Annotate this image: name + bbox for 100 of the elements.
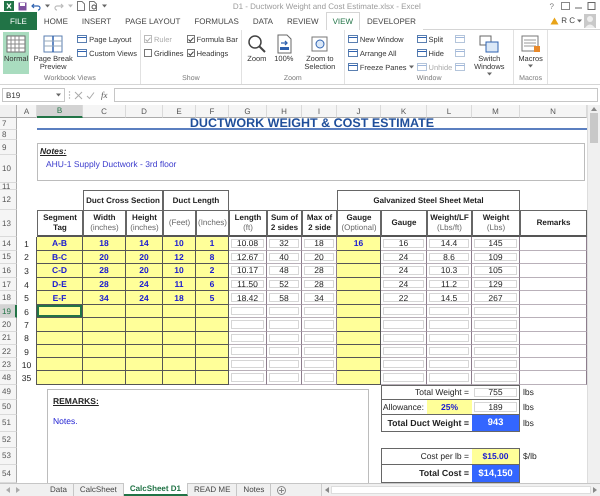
table-cell[interactable] (427, 344, 472, 358)
table-cell[interactable]: 20 (302, 250, 337, 264)
table-cell[interactable]: 28 (302, 264, 337, 278)
table-cell[interactable] (427, 318, 472, 332)
table-cell[interactable]: 28 (83, 278, 126, 292)
sheet-tab[interactable]: READ ME (188, 483, 238, 496)
table-cell[interactable]: 34 (83, 291, 126, 305)
row-header[interactable]: 11 (0, 183, 17, 190)
row-header[interactable]: 52 (0, 432, 17, 448)
table-cell[interactable] (83, 344, 126, 358)
table-cell[interactable] (337, 250, 381, 264)
table-cell[interactable] (381, 332, 427, 345)
table-cell[interactable]: 34 (302, 291, 337, 305)
table-cell[interactable]: 20 (126, 264, 163, 278)
previous-sheet-icon[interactable] (6, 487, 10, 493)
table-cell[interactable] (337, 278, 381, 292)
table-cell[interactable] (37, 332, 83, 345)
table-cell[interactable]: B-C (37, 250, 83, 264)
table-cell[interactable] (126, 318, 163, 332)
table-cell[interactable] (267, 371, 302, 385)
scroll-thumb[interactable] (590, 113, 598, 143)
table-cell[interactable] (472, 304, 520, 318)
table-cell[interactable] (37, 304, 83, 318)
table-cell[interactable] (302, 304, 337, 318)
sheet-tab[interactable]: Data (44, 483, 74, 496)
table-cell[interactable] (302, 358, 337, 372)
table-cell[interactable]: 10.17 (229, 264, 267, 278)
column-header[interactable]: C (83, 105, 126, 118)
table-cell[interactable] (337, 332, 381, 345)
table-cell[interactable] (337, 264, 381, 278)
table-cell[interactable] (229, 371, 267, 385)
table-cell[interactable] (381, 371, 427, 385)
table-cell[interactable]: 24 (126, 278, 163, 292)
table-cell[interactable] (427, 358, 472, 372)
table-cell[interactable] (520, 332, 587, 345)
table-cell[interactable]: A-B (37, 237, 83, 251)
column-header[interactable]: B (37, 105, 83, 118)
table-cell[interactable]: 18 (83, 237, 126, 251)
table-cell[interactable] (37, 371, 83, 385)
table-cell[interactable] (229, 332, 267, 345)
table-cell[interactable]: 24 (381, 264, 427, 278)
table-cell[interactable] (163, 332, 196, 345)
column-header[interactable]: K (381, 105, 427, 118)
table-cell[interactable]: 8.6 (427, 250, 472, 264)
row-header[interactable]: 48 (0, 371, 17, 385)
table-cell[interactable] (267, 332, 302, 345)
sheet-tab[interactable]: CalcSheet D1 (124, 483, 188, 496)
table-cell[interactable] (83, 358, 126, 372)
table-cell[interactable] (163, 371, 196, 385)
column-header[interactable]: L (427, 105, 472, 118)
table-cell[interactable] (302, 344, 337, 358)
insert-function-button[interactable]: fx (98, 90, 110, 100)
table-cell[interactable]: 105 (472, 264, 520, 278)
table-cell[interactable] (83, 371, 126, 385)
table-cell[interactable] (472, 371, 520, 385)
table-cell[interactable] (337, 371, 381, 385)
table-cell[interactable]: 109 (472, 250, 520, 264)
table-cell[interactable] (520, 264, 587, 278)
row-header[interactable]: 14 (0, 237, 17, 251)
table-cell[interactable] (337, 291, 381, 305)
column-header[interactable]: J (337, 105, 381, 118)
column-header[interactable]: N (520, 105, 587, 118)
table-cell[interactable] (126, 344, 163, 358)
column-header[interactable]: H (267, 105, 302, 118)
select-all-corner[interactable] (0, 105, 17, 118)
row-header[interactable]: 21 (0, 332, 17, 345)
table-cell[interactable]: D-E (37, 278, 83, 292)
table-cell[interactable] (196, 358, 229, 372)
column-header[interactable]: G (229, 105, 267, 118)
table-cell[interactable] (267, 304, 302, 318)
table-cell[interactable] (196, 304, 229, 318)
table-cell[interactable]: 10.08 (229, 237, 267, 251)
table-cell[interactable]: 24 (126, 291, 163, 305)
table-cell[interactable]: 48 (267, 264, 302, 278)
table-cell[interactable] (163, 318, 196, 332)
table-cell[interactable]: 28 (83, 264, 126, 278)
table-cell[interactable] (196, 371, 229, 385)
table-cell[interactable] (196, 318, 229, 332)
table-cell[interactable]: 11.50 (229, 278, 267, 292)
table-cell[interactable] (126, 371, 163, 385)
table-cell[interactable]: 11 (163, 278, 196, 292)
formula-input[interactable] (114, 88, 598, 102)
row-header[interactable]: 54 (0, 464, 17, 483)
column-header[interactable]: F (196, 105, 229, 118)
table-cell[interactable]: 267 (472, 291, 520, 305)
table-cell[interactable]: 12.67 (229, 250, 267, 264)
table-cell[interactable]: 24 (381, 250, 427, 264)
table-cell[interactable]: 145 (472, 237, 520, 251)
row-header[interactable]: 49 (0, 384, 17, 400)
table-cell[interactable]: 16 (381, 237, 427, 251)
table-cell[interactable] (427, 371, 472, 385)
table-cell[interactable] (337, 344, 381, 358)
table-cell[interactable] (163, 344, 196, 358)
table-cell[interactable]: 5 (196, 291, 229, 305)
table-cell[interactable]: 10 (163, 237, 196, 251)
table-cell[interactable] (267, 344, 302, 358)
row-header[interactable]: 15 (0, 250, 17, 264)
table-cell[interactable] (229, 304, 267, 318)
table-cell[interactable]: 12 (163, 250, 196, 264)
table-cell[interactable] (472, 358, 520, 372)
